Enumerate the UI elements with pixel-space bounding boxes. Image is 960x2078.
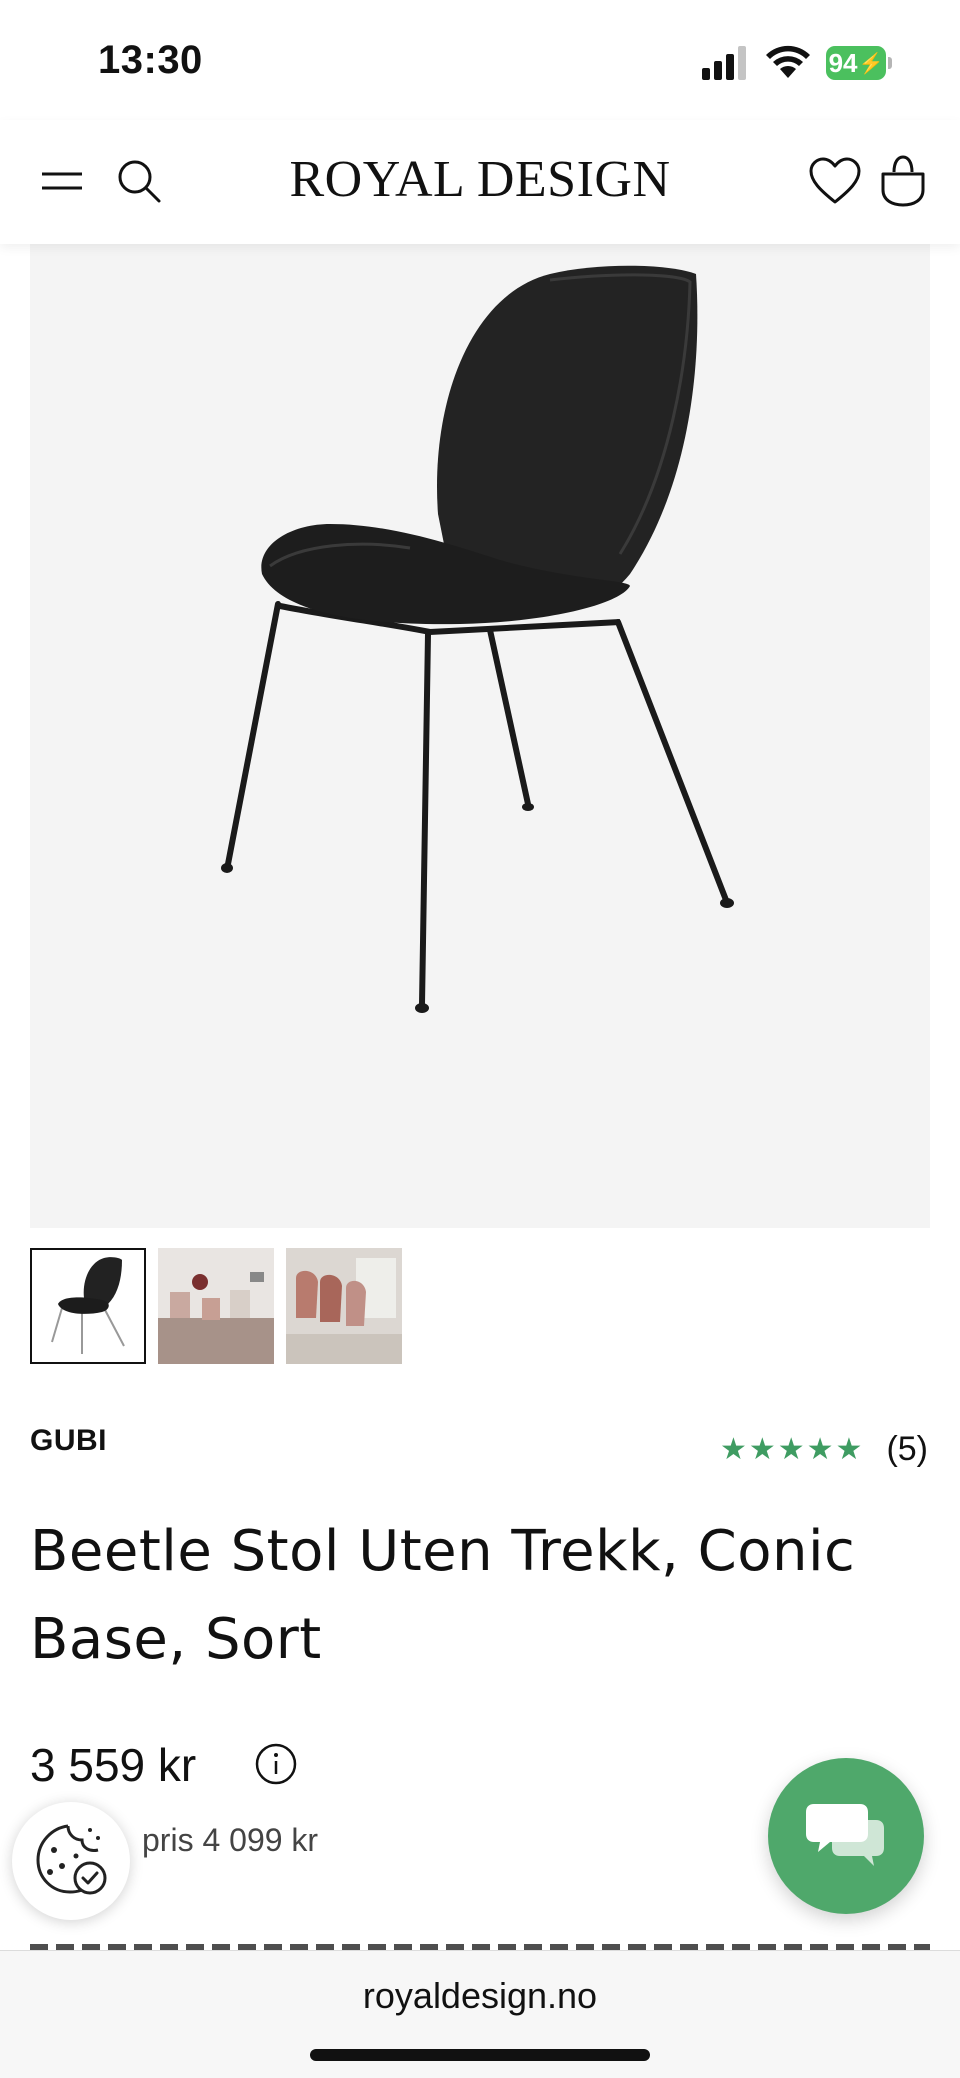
pink-chairs-thumbnail — [286, 1248, 402, 1364]
product-rating[interactable]: ★★★★★ (5) — [720, 1430, 928, 1469]
cookie-icon — [36, 1824, 107, 1895]
thumbnail-2[interactable] — [158, 1248, 274, 1364]
battery-percent: 94 — [828, 47, 858, 78]
chat-button[interactable] — [768, 1758, 924, 1914]
original-price-text: pris 4 099 kr — [142, 1822, 319, 1858]
info-icon[interactable] — [254, 1742, 298, 1786]
browser-address-bar[interactable]: royaldesign.no — [0, 1950, 960, 2078]
thumbnail-1[interactable] — [30, 1248, 146, 1364]
product-main-image[interactable] — [30, 244, 930, 1228]
heart-icon[interactable] — [808, 156, 862, 206]
status-bar: 13:30 94 ⚡ — [0, 0, 960, 120]
beetle-chair-image — [221, 265, 734, 1013]
product-brand[interactable]: GUBI — [30, 1424, 107, 1458]
wifi-icon — [766, 45, 810, 78]
cellular-signal-icon — [702, 46, 746, 80]
thumbnail-3[interactable] — [286, 1248, 402, 1364]
rating-count: (5) — [886, 1430, 928, 1468]
battery-level: 94 ⚡ — [826, 46, 886, 80]
cookie-settings-button[interactable] — [12, 1802, 130, 1920]
product-title: Beetle Stol Uten Trekk, Conic Base, Sort — [30, 1519, 856, 1672]
url-text[interactable]: royaldesign.no — [0, 1975, 960, 2017]
site-header: ROYAL DESIGN — [0, 120, 960, 244]
menu-icon[interactable] — [38, 160, 86, 200]
product-price: 3 559 kr — [30, 1739, 197, 1791]
search-icon[interactable] — [114, 156, 164, 206]
battery-icon: 94 ⚡ — [826, 46, 892, 80]
site-logo[interactable]: ROYAL DESIGN — [200, 150, 760, 209]
rating-stars: ★★★★★ — [719, 1432, 865, 1467]
bag-icon[interactable] — [878, 154, 928, 208]
room-scene-thumbnail — [158, 1248, 274, 1364]
chat-bubbles-icon — [806, 1804, 884, 1866]
home-indicator — [310, 2049, 650, 2061]
chair-black-thumbnail — [51, 1257, 125, 1354]
status-time: 13:30 — [98, 38, 203, 82]
